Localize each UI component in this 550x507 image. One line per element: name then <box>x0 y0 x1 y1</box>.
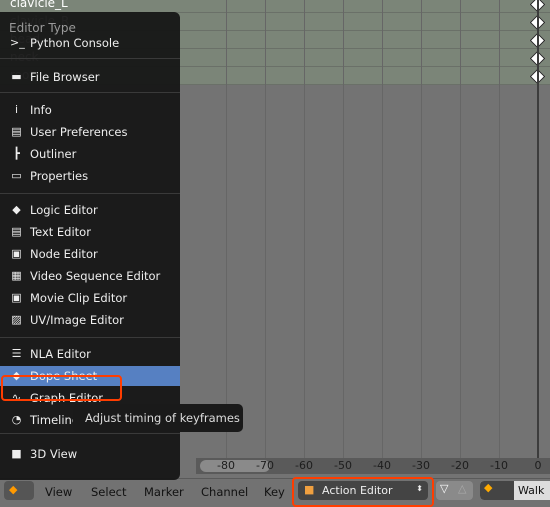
menu-item-label: Text Editor <box>30 225 91 239</box>
frame-tick: -50 <box>334 459 352 472</box>
menu-item-label: Timeline <box>30 413 79 427</box>
grid-line <box>265 0 266 460</box>
channel-name: clavicle_L <box>10 0 68 10</box>
sequencer-icon: ▦ <box>11 269 22 282</box>
grid-line <box>382 0 383 460</box>
menu-item-logic-editor[interactable]: ◆ Logic Editor <box>0 200 180 220</box>
menu-item-label: 3D View <box>30 447 78 461</box>
frame-tick: -20 <box>451 459 469 472</box>
menu-item-video-sequence-editor[interactable]: ▦ Video Sequence Editor <box>0 266 180 286</box>
menu-item-text-editor[interactable]: ▤ Text Editor <box>0 222 180 242</box>
highlight-box <box>292 477 434 507</box>
nla-icon: ☰ <box>11 347 22 360</box>
menu-separator <box>0 193 180 194</box>
menu-item-3d-view[interactable]: ■ 3D View <box>0 444 180 464</box>
menu-item-nla-editor[interactable]: ☰ NLA Editor <box>0 344 180 364</box>
triangle-up-icon: △ <box>458 482 467 495</box>
action-name: Walk <box>518 484 545 497</box>
frame-tick: 0 <box>534 459 542 472</box>
editor-type-button[interactable]: ◆ <box>4 481 34 500</box>
folder-icon: ▬ <box>11 70 22 83</box>
menu-item-movie-clip-editor[interactable]: ▣ Movie Clip Editor <box>0 288 180 308</box>
current-frame-line[interactable] <box>537 0 539 462</box>
frame-tick: -10 <box>490 459 508 472</box>
menu-item-label: Outliner <box>30 147 77 161</box>
menu-item-label: Properties <box>30 169 89 183</box>
dopesheet-icon: ◆ <box>9 483 18 496</box>
menu-item-python-console[interactable]: >_ Python Console <box>0 33 180 53</box>
menu-item-label: Movie Clip Editor <box>30 291 128 305</box>
menu-channel[interactable]: Channel <box>201 485 248 499</box>
menu-item-node-editor[interactable]: ▣ Node Editor <box>0 244 180 264</box>
menu-separator <box>0 433 180 434</box>
menu-item-info[interactable]: i Info <box>0 100 180 120</box>
menu-item-label: Video Sequence Editor <box>30 269 161 283</box>
triangle-down-icon: ▽ <box>440 482 449 495</box>
node-icon: ▣ <box>11 247 22 260</box>
menu-separator <box>0 92 180 93</box>
cube-icon: ■ <box>11 447 22 460</box>
menu-separator <box>0 58 180 59</box>
menu-item-label: Info <box>30 103 52 117</box>
grid-line <box>304 0 305 460</box>
grid-line <box>343 0 344 460</box>
frame-tick: -70 <box>256 459 274 472</box>
tooltip: Adjust timing of keyframes <box>73 404 243 432</box>
menu-item-label: File Browser <box>30 70 100 84</box>
menu-item-uv-image-editor[interactable]: ▨ UV/Image Editor <box>0 310 180 330</box>
menu-select[interactable]: Select <box>91 485 126 499</box>
outliner-icon: ┣ <box>13 147 20 160</box>
menu-item-file-browser[interactable]: ▬ File Browser <box>0 67 180 87</box>
tooltip-text: Adjust timing of keyframes <box>85 411 240 425</box>
menu-item-properties[interactable]: ▭ Properties <box>0 166 180 186</box>
menu-item-label: User Preferences <box>30 125 128 139</box>
clip-icon: ▣ <box>11 291 22 304</box>
grid-line <box>460 0 461 460</box>
menu-item-label: Python Console <box>30 36 120 50</box>
summary-toggle[interactable]: ▽ △ <box>436 481 473 500</box>
frame-tick: -40 <box>373 459 391 472</box>
info-icon: i <box>14 103 19 116</box>
grid-line <box>421 0 422 460</box>
menu-item-label: Node Editor <box>30 247 98 261</box>
grid-line <box>499 0 500 460</box>
menu-key[interactable]: Key <box>264 485 285 499</box>
menu-item-label: NLA Editor <box>30 347 91 361</box>
menu-item-label: Logic Editor <box>30 203 98 217</box>
logic-icon: ◆ <box>12 203 21 216</box>
timeline-icon: ◔ <box>11 413 22 426</box>
menu-separator <box>0 337 180 338</box>
dope-sheet-highlight <box>1 375 122 401</box>
preferences-icon: ▤ <box>11 125 22 138</box>
menu-item-user-preferences[interactable]: ▤ User Preferences <box>0 122 180 142</box>
action-selector[interactable]: ◆ Walk <box>480 481 550 500</box>
grid-line <box>226 0 227 460</box>
menu-item-label: UV/Image Editor <box>30 313 124 327</box>
image-icon: ▨ <box>11 313 22 326</box>
action-icon: ◆ <box>480 481 514 500</box>
menu-marker[interactable]: Marker <box>144 485 184 499</box>
frame-tick: -80 <box>217 459 235 472</box>
frame-tick: -60 <box>295 459 313 472</box>
frame-tick: -30 <box>412 459 430 472</box>
menu-view[interactable]: View <box>45 485 72 499</box>
text-icon: ▤ <box>11 225 22 238</box>
editor-header: ◆ View Select Marker Channel Key ■ Actio… <box>0 477 550 507</box>
properties-icon: ▭ <box>11 169 22 182</box>
python-console-icon: >_ <box>10 36 25 49</box>
menu-item-outliner[interactable]: ┣ Outliner <box>0 144 180 164</box>
